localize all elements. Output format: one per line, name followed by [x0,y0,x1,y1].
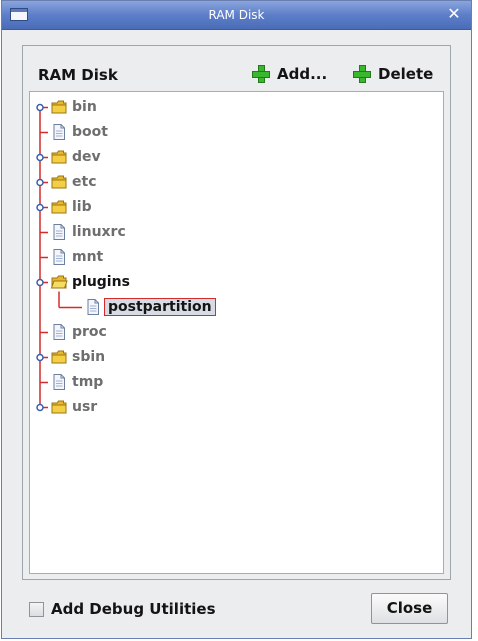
add-button-label: Add... [277,65,328,83]
plus-icon [252,65,270,83]
folder-icon [50,148,68,166]
tree-node-label: usr [72,399,98,415]
folder-icon [50,173,68,191]
add-debug-utilities-option[interactable]: Add Debug Utilities [29,600,216,618]
tree-node-tmp[interactable]: tmp [50,371,103,393]
tree-node-label: plugins [72,274,130,290]
tree-node-label: boot [72,124,108,140]
expand-handle-icon[interactable] [36,278,44,287]
delete-button-label: Delete [378,65,434,83]
expand-handle-icon[interactable] [36,403,44,412]
tree-node-etc[interactable]: etc [50,171,97,193]
file-icon [50,323,68,341]
tree-node-bin[interactable]: bin [50,96,97,118]
tree-node-label: bin [72,99,97,115]
tree-node-linuxrc[interactable]: linuxrc [50,221,126,243]
tree-node-label: lib [72,199,92,215]
file-tree[interactable]: bin boot dev etc lib linuxrc mnt plugins postpar… [29,91,444,574]
tree-node-plugins[interactable]: plugins [50,271,130,293]
expand-handle-icon[interactable] [36,203,44,212]
delete-button[interactable]: Delete [353,63,433,85]
tree-node-dev[interactable]: dev [50,146,101,168]
panel-header: RAM Disk Add... Delete [23,46,450,88]
expand-handle-icon[interactable] [36,353,44,362]
tree-node-usr[interactable]: usr [50,396,97,418]
plus-icon [353,65,371,83]
add-debug-utilities-label: Add Debug Utilities [51,600,216,618]
tree-node-label: sbin [72,349,106,365]
file-icon [84,298,102,316]
expand-handle-icon[interactable] [36,178,44,187]
close-icon[interactable]: ✕ [445,5,463,23]
tree-node-label: linuxrc [72,224,126,240]
tree-node-label: tmp [72,374,104,390]
tree-node-label: postpartition [104,298,216,316]
file-icon [50,123,68,141]
file-icon [50,373,68,391]
tree-node-postpartition[interactable]: postpartition [84,296,216,318]
file-icon [50,248,68,266]
close-button[interactable]: Close [371,593,448,624]
tree-node-label: etc [72,174,97,190]
expand-handle-icon[interactable] [36,153,44,162]
open-folder-icon [50,273,68,291]
file-icon [50,223,68,241]
tree-node-sbin[interactable]: sbin [50,346,105,368]
ram-disk-panel: RAM Disk Add... Delete bin boot dev etc lib l… [22,45,451,580]
folder-icon [50,98,68,116]
tree-node-proc[interactable]: proc [50,321,107,343]
tree-node-boot[interactable]: boot [50,121,108,143]
title-bar[interactable]: RAM Disk ✕ [2,1,471,30]
tree-node-label: proc [72,324,107,340]
folder-icon [50,348,68,366]
expand-handle-icon[interactable] [36,103,44,112]
tree-node-label: dev [72,149,101,165]
footer-bar: Add Debug Utilities Close [2,581,471,639]
add-button[interactable]: Add... [252,63,327,85]
tree-node-lib[interactable]: lib [50,196,92,218]
add-debug-utilities-checkbox[interactable] [29,601,44,617]
folder-icon [50,198,68,216]
folder-icon [50,398,68,416]
ram-disk-dialog: RAM Disk ✕ RAM Disk Add... Delete bin boo… [1,0,472,639]
window-title: RAM Disk [208,8,265,22]
tree-node-label: mnt [72,249,104,265]
tree-node-mnt[interactable]: mnt [50,246,103,268]
panel-title: RAM Disk [38,66,118,84]
